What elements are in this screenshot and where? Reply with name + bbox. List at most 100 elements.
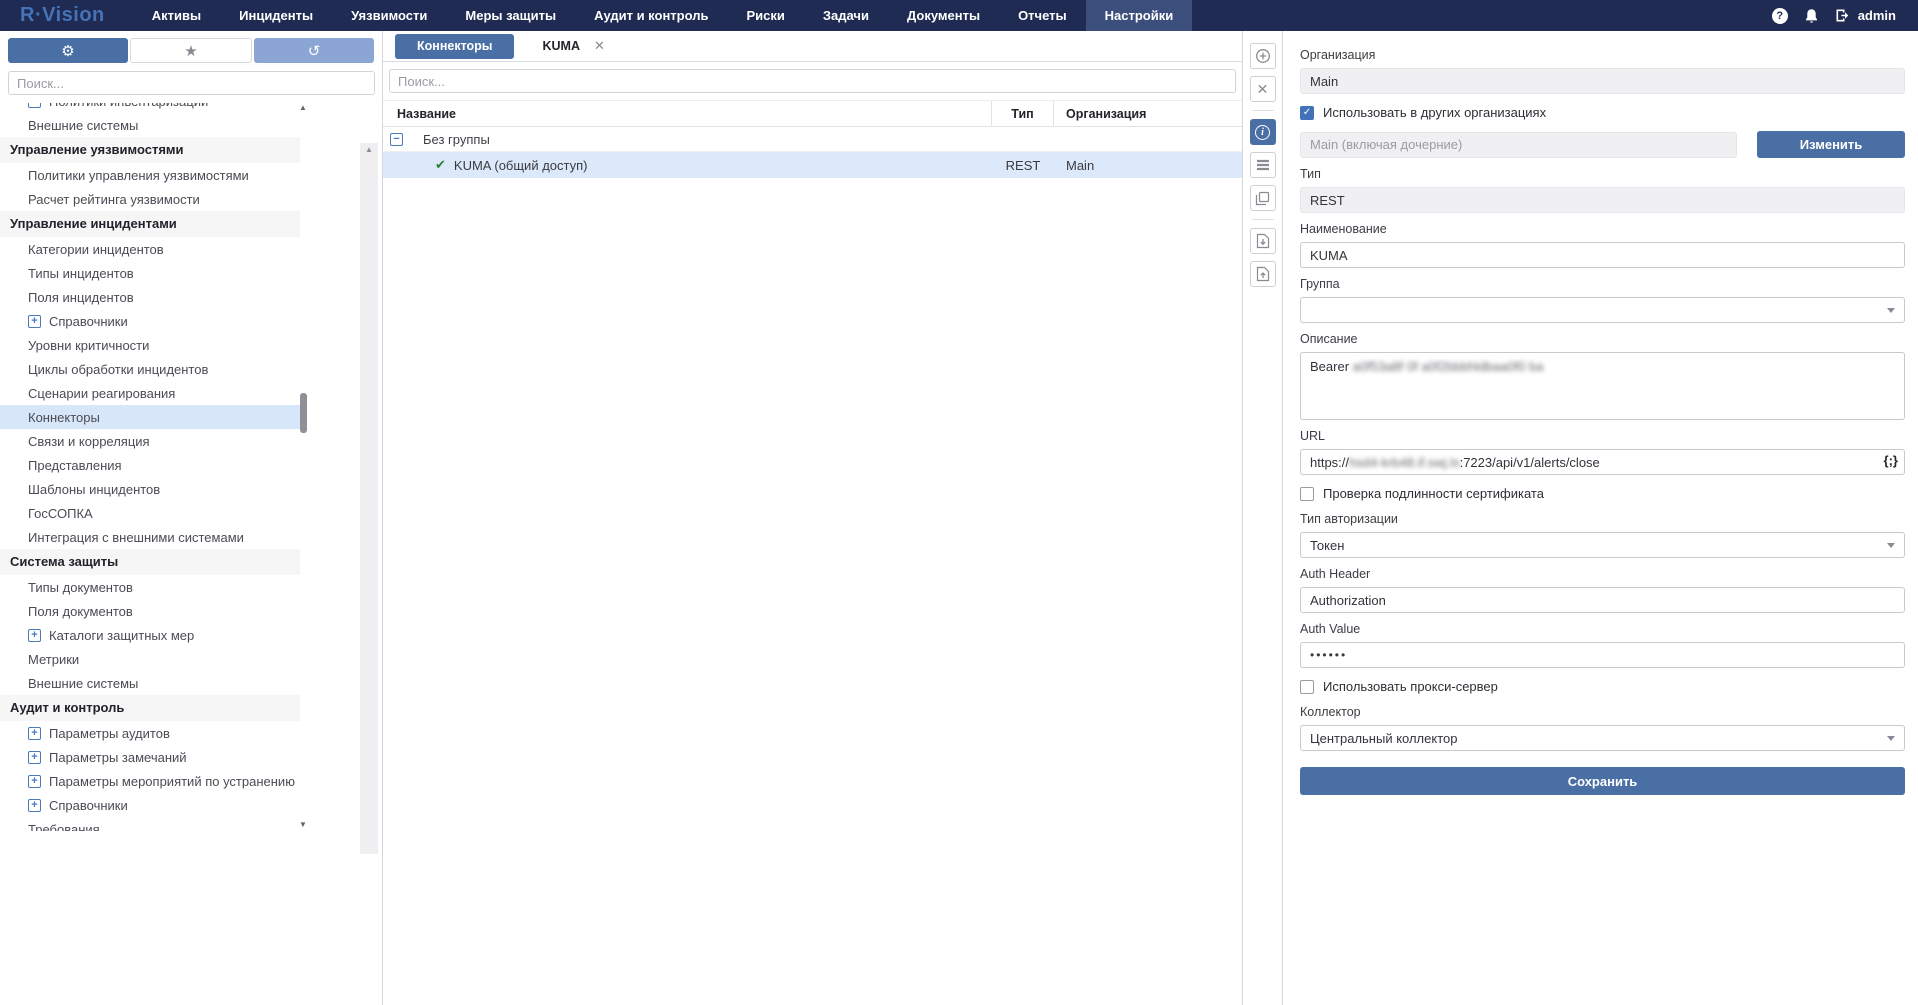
description-textarea[interactable]: Bearer a0f53a8f 0f a0f2bbbhldbaa0f0 ba [1300,352,1905,420]
proxy-checkbox-row[interactable]: Использовать прокси-сервер [1300,679,1905,694]
tree-item-11[interactable]: Циклы обработки инцидентов [0,357,300,381]
tree-item-29[interactable]: +Справочники [0,793,300,817]
checkbox-unchecked-icon[interactable] [1300,487,1314,501]
nav-item-5[interactable]: Риски [728,0,804,31]
save-button[interactable]: Сохранить [1300,767,1905,795]
share-checkbox-row[interactable]: ✓ Использовать в других организациях [1300,105,1905,120]
close-tab-icon[interactable]: ✕ [594,38,605,54]
tree-item-9[interactable]: +Справочники [0,309,300,333]
tree-item-0[interactable]: +Политики инвентаризации [0,103,300,113]
tree-item-22[interactable]: + Каталоги защитных мер [0,623,300,647]
scrollbar-thumb[interactable] [300,393,307,433]
tree-item-6[interactable]: Категории инцидентов [0,237,300,261]
tree-item-20[interactable]: Типы документов [0,575,300,599]
tree-item-16[interactable]: Шаблоны инцидентов [0,477,300,501]
checkbox-checked-icon[interactable]: ✓ [1300,106,1314,120]
tree-section-5: Управление инцидентами [0,211,300,237]
column-type[interactable]: Тип [992,101,1054,126]
expand-icon[interactable]: + [28,629,41,642]
tree-item-21[interactable]: Поля документов [0,599,300,623]
expand-icon[interactable]: + [28,751,41,764]
url-label: URL [1300,429,1905,443]
collector-value: Центральный коллектор [1310,731,1457,746]
auth-value-input[interactable]: •••••• [1300,642,1905,668]
user-menu[interactable]: admin [1835,8,1896,23]
expand-icon[interactable]: + [28,799,41,812]
add-button[interactable] [1250,43,1276,69]
tree-item-27[interactable]: +Параметры замечаний [0,745,300,769]
checkbox-unchecked-icon[interactable] [1300,680,1314,694]
group-select[interactable] [1300,297,1905,323]
tree-item-4[interactable]: Расчет рейтинга уязвимости [0,187,300,211]
tree-item-7[interactable]: Типы инцидентов [0,261,300,285]
auth-type-label: Тип авторизации [1300,512,1905,526]
tree-item-15[interactable]: Представления [0,453,300,477]
scroll-up-icon[interactable]: ▲ [299,103,307,112]
tree-item-label: ГосСОПКА [28,506,93,521]
tree-item-17[interactable]: ГосСОПКА [0,501,300,525]
tree-item-18[interactable]: Интеграция с внешними системами [0,525,300,549]
expand-icon[interactable]: + [28,103,41,108]
auth-type-select[interactable]: Токен [1300,532,1905,558]
delete-button[interactable]: ✕ [1250,76,1276,102]
nav-item-4[interactable]: Аудит и контроль [575,0,727,31]
cert-checkbox-row[interactable]: Проверка подлинности сертификата [1300,486,1905,501]
help-icon[interactable]: ? [1772,8,1788,24]
nav-item-2[interactable]: Уязвимости [332,0,446,31]
sidebar-tab-history[interactable]: ↺ [254,38,374,63]
expand-icon[interactable]: + [28,315,41,328]
tab-kuma[interactable]: KUMA ✕ [542,38,604,54]
nav-item-0[interactable]: Активы [133,0,220,31]
bell-icon[interactable] [1804,8,1819,24]
table-body: ✔KUMA (общий доступ)RESTMain [383,152,1242,178]
tree-item-14[interactable]: Связи и корреляция [0,429,300,453]
collapse-icon[interactable]: − [390,133,403,146]
nav-item-9[interactable]: Настройки [1086,0,1193,31]
tab-connectors[interactable]: Коннекторы [395,34,514,59]
tree-item-24[interactable]: Внешние системы [0,671,300,695]
tree-item-23[interactable]: Метрики [0,647,300,671]
url-input[interactable]: https://hsd4-krb48.if.swj.ls:7223/api/v1… [1300,449,1905,475]
tree-item-1[interactable]: Внешние системы [0,113,300,137]
tree-item-12[interactable]: Сценарии реагирования [0,381,300,405]
tree-item-3[interactable]: Политики управления уязвимостями [0,163,300,187]
tree-item-8[interactable]: Поля инцидентов [0,285,300,309]
copy-button[interactable] [1250,185,1276,211]
expand-icon[interactable]: + [28,775,41,788]
sidebar-search-input[interactable] [8,71,375,95]
name-input[interactable]: KUMA [1300,242,1905,268]
group-row[interactable]: − Без группы [383,127,1242,152]
sidebar-scroll-track[interactable]: ▲ [360,143,378,854]
tree-item-10[interactable]: Уровни критичности [0,333,300,357]
tree-item-30[interactable]: Требования [0,817,300,831]
column-name[interactable]: Название [383,101,992,126]
scroll-up-icon[interactable]: ▲ [365,145,373,154]
collector-select[interactable]: Центральный коллектор [1300,725,1905,751]
change-button[interactable]: Изменить [1757,131,1905,158]
connector-org: Main [1054,152,1242,178]
info-button[interactable]: i [1250,119,1276,145]
table-row-0[interactable]: ✔KUMA (общий доступ)RESTMain [383,152,1242,178]
nav-item-8[interactable]: Отчеты [999,0,1086,31]
expand-icon[interactable]: + [28,727,41,740]
sidebar-tab-settings[interactable]: ⚙ [8,38,128,63]
nav-item-3[interactable]: Меры защиты [446,0,575,31]
tree-item-28[interactable]: +Параметры мероприятий по устранению [0,769,300,793]
tree-item-26[interactable]: +Параметры аудитов [0,721,300,745]
tree-item-13[interactable]: Коннекторы [0,405,300,429]
list-button[interactable] [1250,152,1276,178]
export-button[interactable] [1250,228,1276,254]
scroll-down-icon[interactable]: ▼ [299,820,307,829]
template-variable-icon[interactable]: {;} [1884,453,1898,468]
import-button[interactable] [1250,261,1276,287]
connector-type: REST [992,152,1054,178]
tree-scrollbar[interactable]: ▲ ▼ [296,103,310,831]
connectors-search-input[interactable] [389,69,1236,93]
column-org[interactable]: Организация [1054,101,1242,126]
nav-item-6[interactable]: Задачи [804,0,888,31]
tree-item-label: Каталоги защитных мер [49,628,194,643]
nav-item-7[interactable]: Документы [888,0,999,31]
sidebar-tab-favorites[interactable]: ★ [130,38,252,63]
auth-header-input[interactable]: Authorization [1300,587,1905,613]
nav-item-1[interactable]: Инциденты [220,0,332,31]
